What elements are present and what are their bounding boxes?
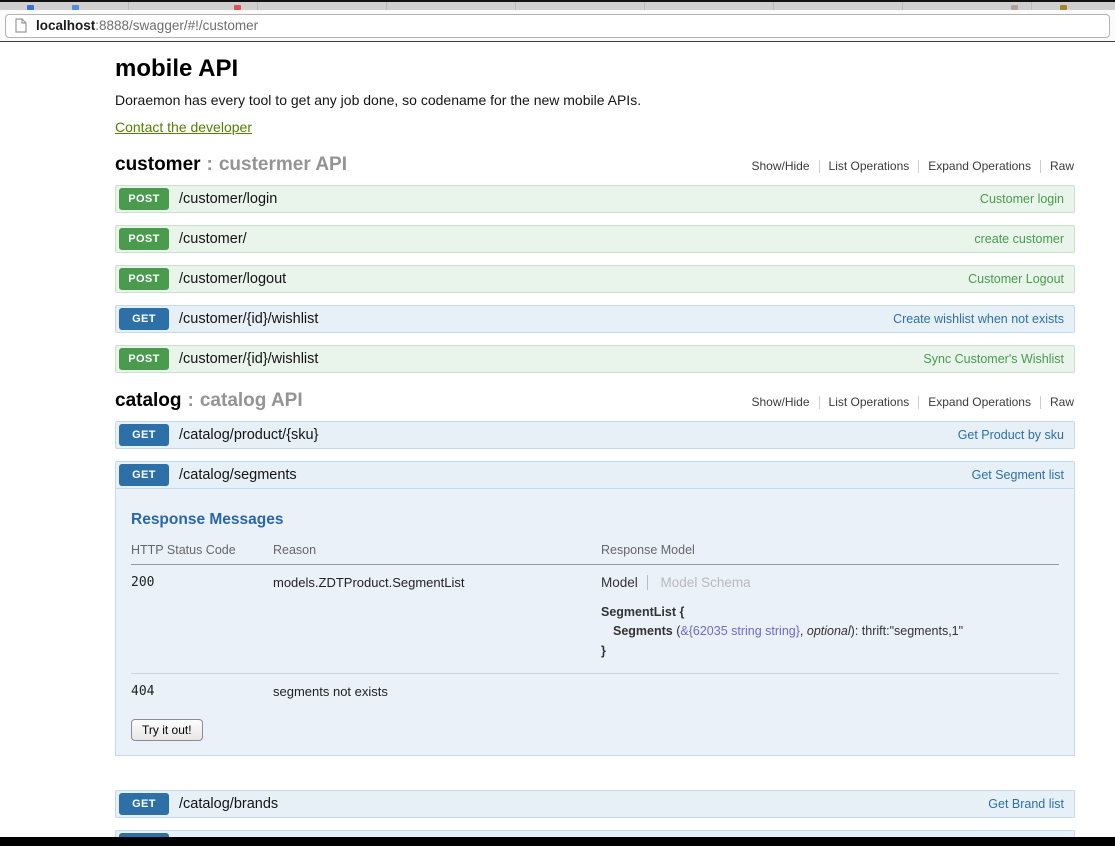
- operation-summary-link[interactable]: Create wishlist when not exists: [893, 312, 1064, 326]
- model-tabs: Model Model Schema: [601, 575, 1059, 590]
- method-badge: POST: [119, 348, 169, 370]
- list-operations-link[interactable]: List Operations: [819, 396, 919, 409]
- operation-path[interactable]: /customer/logout: [179, 271, 286, 287]
- list-operations-link[interactable]: List Operations: [819, 160, 919, 173]
- section-separator: :: [207, 154, 213, 176]
- bottom-black-bar: [0, 837, 1115, 846]
- model-schema-tab[interactable]: Model Schema: [652, 575, 751, 590]
- url-host: localhost: [36, 18, 95, 33]
- swagger-page: mobile API Doraemon has every tool to ge…: [115, 42, 1075, 846]
- section-controls: Show/Hide List Operations Expand Operati…: [743, 396, 1076, 409]
- method-badge: GET: [119, 424, 169, 446]
- operation-summary-link[interactable]: Get Product by sku: [958, 428, 1064, 442]
- operation-row-segments[interactable]: GET /catalog/segments Get Segment list: [115, 461, 1075, 489]
- expand-operations-link[interactable]: Expand Operations: [918, 396, 1040, 409]
- section-subtitle: catalog API: [200, 390, 303, 412]
- status-code: 200: [131, 565, 273, 674]
- operation-row-get-wishlist[interactable]: GET /customer/{id}/wishlist Create wishl…: [115, 305, 1075, 333]
- section-controls: Show/Hide List Operations Expand Operati…: [743, 160, 1076, 173]
- operation-path[interactable]: /catalog/segments: [179, 467, 297, 483]
- response-row-404: 404 segments not exists: [131, 674, 1059, 712]
- response-model-cell: Model Model Schema SegmentList { Segment…: [601, 565, 1059, 674]
- try-it-out-button[interactable]: Try it out!: [131, 719, 203, 741]
- operation-row-sync-wishlist[interactable]: POST /customer/{id}/wishlist Sync Custom…: [115, 345, 1075, 373]
- raw-link[interactable]: Raw: [1040, 396, 1075, 409]
- model-name: SegmentList {: [601, 603, 1059, 622]
- status-code: 404: [131, 674, 273, 712]
- tab-favicon-icon: [72, 5, 79, 10]
- property-post: ): thrift:"segments,1": [851, 624, 963, 638]
- method-badge: POST: [119, 268, 169, 290]
- tab-favicon-icon: [1060, 5, 1067, 10]
- operation-row-brands[interactable]: GET /catalog/brands Get Brand list: [115, 790, 1075, 818]
- address-omnibox[interactable]: localhost:8888/swagger/#!/customer: [5, 14, 1110, 38]
- operation-path[interactable]: /customer/: [179, 231, 247, 247]
- operation-summary-link[interactable]: Sync Customer's Wishlist: [923, 352, 1064, 366]
- method-badge: GET: [119, 464, 169, 486]
- method-badge: POST: [119, 188, 169, 210]
- method-badge: GET: [119, 308, 169, 330]
- section-name[interactable]: catalog: [115, 390, 182, 412]
- operation-row-create-customer[interactable]: POST /customer/ create customer: [115, 225, 1075, 253]
- contact-developer-link[interactable]: Contact the developer: [115, 119, 252, 135]
- operation-summary-link[interactable]: Customer login: [980, 192, 1064, 206]
- api-description: Doraemon has every tool to get any job d…: [115, 92, 1075, 108]
- method-badge: GET: [119, 793, 169, 815]
- api-title: mobile API: [115, 55, 1075, 83]
- page-icon: [15, 18, 27, 33]
- model-tab[interactable]: Model: [601, 575, 648, 590]
- section-name[interactable]: customer: [115, 154, 201, 176]
- response-messages-heading: Response Messages: [131, 511, 1059, 529]
- operation-path[interactable]: /customer/login: [179, 191, 277, 207]
- operation-summary-link[interactable]: Customer Logout: [968, 272, 1064, 286]
- operation-path[interactable]: /catalog/brands: [179, 796, 278, 812]
- raw-link[interactable]: Raw: [1040, 160, 1075, 173]
- operation-summary-link[interactable]: create customer: [974, 232, 1064, 246]
- response-reason: models.ZDTProduct.SegmentList: [273, 565, 601, 674]
- section-separator: :: [188, 390, 194, 412]
- operation-row-product-by-sku[interactable]: GET /catalog/product/{sku} Get Product b…: [115, 421, 1075, 449]
- operation-summary-link[interactable]: Get Brand list: [988, 797, 1064, 811]
- show-hide-link[interactable]: Show/Hide: [743, 396, 819, 409]
- response-messages-table: HTTP Status Code Reason Response Model 2…: [131, 541, 1059, 711]
- browser-url-bar: localhost:8888/swagger/#!/customer: [0, 10, 1115, 42]
- tab-favicon-icon: [1011, 5, 1018, 10]
- tab-favicon-icon: [27, 5, 34, 10]
- property-sep: ,: [800, 624, 807, 638]
- url-text[interactable]: localhost:8888/swagger/#!/customer: [36, 18, 258, 33]
- operation-path[interactable]: /customer/{id}/wishlist: [179, 351, 318, 367]
- property-type: &{62035 string string}: [680, 624, 800, 638]
- section-header-customer: customer : custermer API Show/Hide List …: [115, 154, 1075, 176]
- operation-row-customer-logout[interactable]: POST /customer/logout Customer Logout: [115, 265, 1075, 293]
- model-property-line: Segments (&{62035 string string}, option…: [601, 622, 1059, 641]
- section-header-catalog: catalog : catalog API Show/Hide List Ope…: [115, 390, 1075, 412]
- column-header-response-model: Response Model: [601, 541, 1059, 565]
- operation-summary-link[interactable]: Get Segment list: [972, 468, 1064, 482]
- show-hide-link[interactable]: Show/Hide: [743, 160, 819, 173]
- operation-row-customer-login[interactable]: POST /customer/login Customer login: [115, 185, 1075, 213]
- url-path: :8888/swagger/#!/customer: [95, 18, 258, 33]
- model-signature: SegmentList { Segments (&{62035 string s…: [601, 603, 1059, 661]
- operation-path[interactable]: /catalog/product/{sku}: [179, 427, 318, 443]
- column-header-reason: Reason: [273, 541, 601, 565]
- property-optional-flag: optional: [807, 624, 851, 638]
- response-reason: segments not exists: [273, 674, 601, 712]
- expand-operations-link[interactable]: Expand Operations: [918, 160, 1040, 173]
- property-name: Segments: [613, 624, 673, 638]
- operation-detail-panel: Response Messages HTTP Status Code Reaso…: [115, 489, 1075, 756]
- browser-tab-strip[interactable]: [0, 0, 1115, 10]
- tab-favicon-icon: [234, 5, 241, 10]
- column-header-status-code: HTTP Status Code: [131, 541, 273, 565]
- model-close-brace: }: [601, 642, 1059, 661]
- operation-path[interactable]: /customer/{id}/wishlist: [179, 311, 318, 327]
- section-subtitle: custermer API: [219, 154, 347, 176]
- method-badge: POST: [119, 228, 169, 250]
- response-row-200: 200 models.ZDTProduct.SegmentList Model …: [131, 565, 1059, 674]
